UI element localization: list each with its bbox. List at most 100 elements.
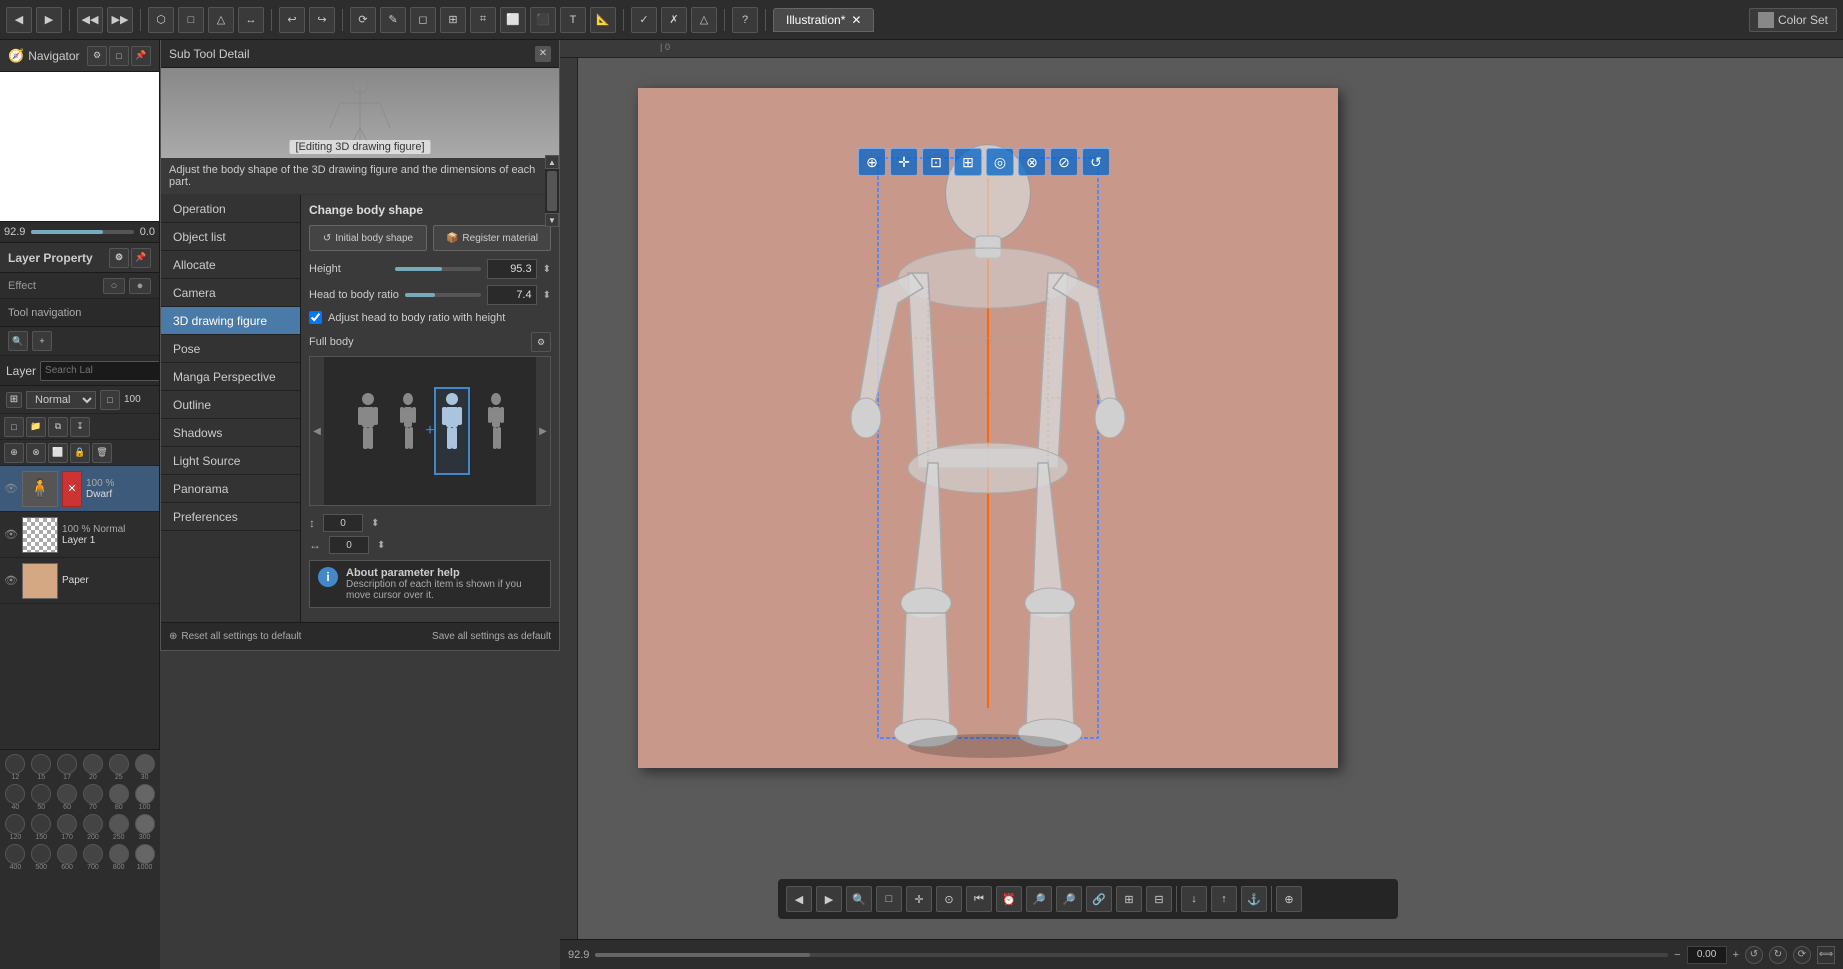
palette-item-200[interactable]: 200	[82, 814, 105, 841]
palette-circle[interactable]	[5, 844, 25, 864]
palette-circle[interactable]	[109, 754, 129, 774]
menu-item-shadows[interactable]: Shadows	[161, 419, 300, 447]
double-back-btn[interactable]: ◀◀	[77, 7, 103, 33]
rotate-ccw-btn[interactable]: ↻	[1769, 946, 1787, 964]
tool-nav-add-btn[interactable]: +	[32, 331, 52, 351]
adjust-checkbox[interactable]	[309, 311, 322, 324]
ctrl-down-btn[interactable]: ↓	[1181, 886, 1207, 912]
palette-item-170[interactable]: 170	[56, 814, 79, 841]
layer-lock-btn[interactable]: 🔒	[70, 443, 90, 463]
palette-circle[interactable]	[5, 754, 25, 774]
opacity-btn[interactable]: □	[100, 390, 120, 410]
fill-btn[interactable]: ⬛	[530, 7, 556, 33]
select-btn[interactable]: ⬜	[500, 7, 526, 33]
ctrl-zoom-btn[interactable]: 🔍	[846, 886, 872, 912]
ctrl-link-btn[interactable]: 🔗	[1086, 886, 1112, 912]
color-set-btn[interactable]: Color Set	[1749, 8, 1837, 32]
lp-pin-btn[interactable]: 📌	[131, 248, 151, 268]
canvas-area[interactable]: ⊕ ✛ ⊡ ⊞ ◎ ⊗ ⊘ ↺ ◀ ▶ 🔍 □ ✛ ⊙ ⏮ ⏰	[560, 40, 1843, 939]
palette-circle[interactable]	[135, 844, 155, 864]
ctrl-up-btn[interactable]: ↑	[1211, 886, 1237, 912]
palette-circle[interactable]	[109, 784, 129, 804]
palette-item-700[interactable]: 700	[82, 844, 105, 871]
nav-pin-btn[interactable]: 📌	[131, 46, 151, 66]
menu-item-outline[interactable]: Outline	[161, 391, 300, 419]
palette-circle[interactable]	[83, 844, 103, 864]
flip-btn[interactable]: ⟺	[1817, 946, 1835, 964]
zoom-plus-icon[interactable]: +	[1733, 949, 1739, 961]
palette-item-70[interactable]: 70	[82, 784, 105, 811]
palette-item-17[interactable]: 17	[56, 754, 79, 781]
blend-mode-select[interactable]: Normal Multiply Screen	[26, 391, 96, 409]
save-settings-btn[interactable]: Save all settings as default	[432, 631, 551, 642]
rotate-reset-btn[interactable]: ↺	[1745, 946, 1763, 964]
new-layer-btn[interactable]: □	[4, 417, 24, 437]
ctrl-frame-btn[interactable]: □	[876, 886, 902, 912]
palette-circle[interactable]	[5, 814, 25, 834]
menu-item-3d-figure[interactable]: 3D drawing figure	[161, 307, 300, 335]
reset-settings-btn[interactable]: ⊕ Reset all settings to default	[169, 631, 301, 642]
palette-item-20[interactable]: 20	[82, 754, 105, 781]
menu-item-preferences[interactable]: Preferences	[161, 503, 300, 531]
tool1-btn[interactable]: ⬡	[148, 7, 174, 33]
layer-item-layer1[interactable]: 👁 100 % Normal Layer 1	[0, 512, 159, 558]
layer-action2-btn[interactable]: ⊗	[26, 443, 46, 463]
layer-eye-layer1[interactable]: 👁	[4, 528, 18, 541]
palette-item-40[interactable]: 40	[4, 784, 27, 811]
tool4-btn[interactable]: ↔	[238, 7, 264, 33]
eraser-btn[interactable]: ◻	[410, 7, 436, 33]
scroll-up-btn[interactable]: ▲	[545, 155, 559, 169]
layer-eye-paper[interactable]: 👁	[4, 574, 18, 587]
help-btn[interactable]: ?	[732, 7, 758, 33]
redo-btn[interactable]: ↪	[309, 7, 335, 33]
checktri-btn[interactable]: △	[691, 7, 717, 33]
ctrl-prev-btn[interactable]: ◀	[786, 886, 812, 912]
ctrl-add-btn[interactable]: ⊞	[1116, 886, 1142, 912]
height-slider[interactable]	[395, 267, 481, 271]
palette-circle[interactable]	[135, 754, 155, 774]
duplicate-layer-btn[interactable]: ⧉	[48, 417, 68, 437]
text-btn[interactable]: T	[560, 7, 586, 33]
tool-scale-btn[interactable]: ⊡	[922, 148, 950, 176]
layer-item-paper[interactable]: 👁 Paper	[0, 558, 159, 604]
menu-item-allocate[interactable]: Allocate	[161, 251, 300, 279]
lasso-btn[interactable]: ⌗	[470, 7, 496, 33]
zoom-value-input[interactable]	[1687, 946, 1727, 964]
head-ratio-spinner[interactable]: ⬍	[543, 290, 551, 301]
head-ratio-slider[interactable]	[405, 293, 481, 297]
ctrl-zoomout-btn[interactable]: 🔎	[1056, 886, 1082, 912]
layer-item-dwarf[interactable]: 👁 🧍 ✕ 100 % Dwarf	[0, 466, 159, 512]
palette-item-250[interactable]: 250	[107, 814, 130, 841]
initial-body-shape-btn[interactable]: ↺ Initial body shape	[309, 225, 427, 251]
menu-item-panorama[interactable]: Panorama	[161, 475, 300, 503]
palette-item-12[interactable]: 12	[4, 754, 27, 781]
register-material-btn[interactable]: 📦 Register material	[433, 225, 551, 251]
palette-item-100[interactable]: 100	[133, 784, 156, 811]
nav-expand-btn[interactable]: □	[109, 46, 129, 66]
ctrl-zoomin-btn[interactable]: 🔎	[1026, 886, 1052, 912]
palette-item-600[interactable]: 600	[56, 844, 79, 871]
palette-item-30[interactable]: 30	[133, 754, 156, 781]
head-ratio-input[interactable]	[487, 285, 537, 305]
checkx-btn[interactable]: ✗	[661, 7, 687, 33]
nav-settings-btn[interactable]: ⚙	[87, 46, 107, 66]
nav-back-btn[interactable]: ◀	[6, 7, 32, 33]
effect-toggle-on[interactable]: ●	[129, 278, 151, 294]
scroll-down-btn[interactable]: ▼	[545, 213, 559, 227]
ctrl-next-btn[interactable]: ▶	[816, 886, 842, 912]
tool-joints-btn[interactable]: ⊗	[1018, 148, 1046, 176]
rotate-cw-btn[interactable]: ⟳	[1793, 946, 1811, 964]
ctrl-time-btn[interactable]: ⏰	[996, 886, 1022, 912]
palette-circle[interactable]	[109, 844, 129, 864]
canvas-viewport[interactable]: ⊕ ✛ ⊡ ⊞ ◎ ⊗ ⊘ ↺ ◀ ▶ 🔍 □ ✛ ⊙ ⏮ ⏰	[578, 58, 1843, 939]
palette-circle[interactable]	[83, 814, 103, 834]
timeline-bar[interactable]	[595, 953, 1668, 957]
palette-item-400[interactable]: 400	[4, 844, 27, 871]
palette-circle[interactable]	[109, 814, 129, 834]
palette-item-120[interactable]: 120	[4, 814, 27, 841]
tool3-btn[interactable]: △	[208, 7, 234, 33]
menu-item-camera[interactable]: Camera	[161, 279, 300, 307]
transform-btn[interactable]: ⊞	[440, 7, 466, 33]
tool-light-btn[interactable]: ◎	[986, 148, 1014, 176]
palette-circle[interactable]	[31, 814, 51, 834]
